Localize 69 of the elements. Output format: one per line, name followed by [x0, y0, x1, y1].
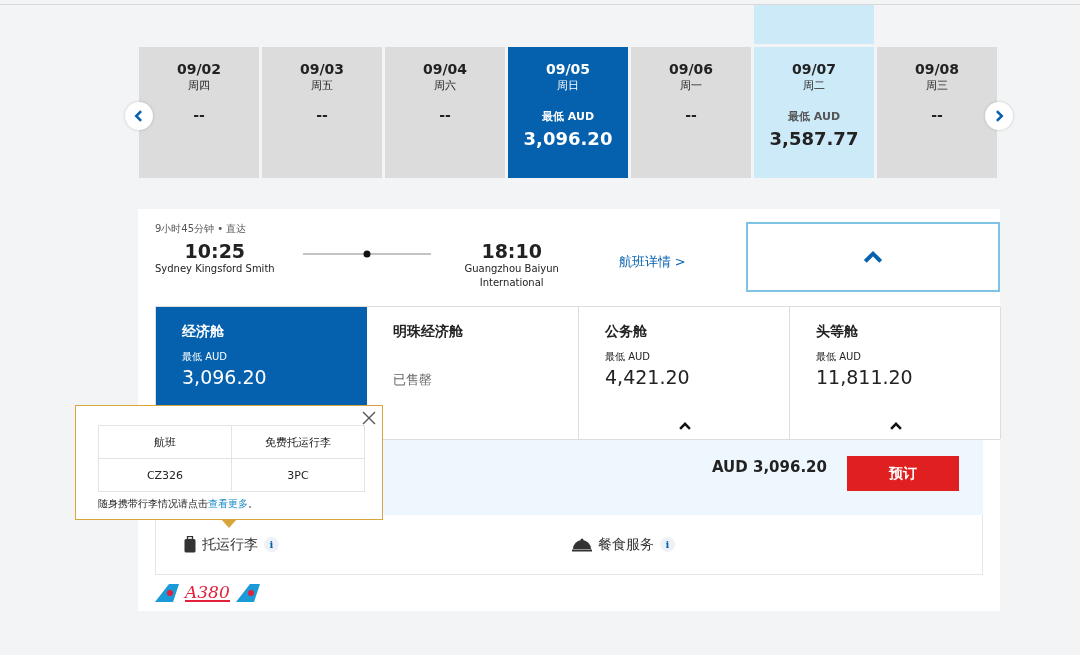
cabin-price: 4,421.20 [605, 366, 690, 388]
tail-logo-icon [155, 584, 179, 602]
date-tab[interactable]: 09/06 周一 -- [631, 47, 751, 178]
cabin-price: 11,811.20 [816, 366, 913, 388]
price-text: -- [439, 107, 451, 123]
date-tab[interactable]: 09/05 周日 最低 AUD 3,096.20 [508, 47, 628, 178]
price-label: 最低 AUD [541, 109, 595, 124]
cabin-name: 头等舱 [816, 323, 858, 341]
cloche-icon [572, 537, 592, 552]
date-tab[interactable]: 09/07 周二 最低 AUD 3,587.77 [754, 47, 874, 178]
date-tab[interactable]: 09/08 周三 -- [877, 47, 997, 178]
cabin-tab[interactable]: 公务舱 最低 AUD 4,421.20 [579, 307, 790, 439]
table-cell: CZ326 [98, 458, 232, 492]
tail-logo-icon [235, 584, 260, 602]
date-text: 09/07 [791, 61, 837, 77]
price-text: -- [685, 107, 697, 123]
weekday-text: 周五 [311, 78, 333, 93]
price-text: -- [931, 107, 943, 123]
price-text: -- [193, 107, 205, 123]
suitcase-icon [184, 536, 196, 553]
date-text: 09/02 [176, 61, 222, 77]
info-icon[interactable]: i [660, 537, 675, 552]
departure-airport: Sydney Kingsford Smith [155, 262, 275, 276]
more-link[interactable]: 查看更多 [208, 498, 248, 509]
date-text: 09/05 [545, 61, 591, 77]
baggage-note: 随身携带行李情况请点击查看更多。 [98, 498, 259, 511]
price-label: 最低 AUD [182, 350, 228, 364]
service-label: 托运行李 [202, 535, 258, 554]
date-tab[interactable]: 09/02 周四 -- [139, 47, 259, 178]
flight-details-link[interactable]: 航班详情 > [618, 253, 686, 271]
date-text: 09/08 [914, 61, 960, 77]
price-text: 3,587.77 [769, 128, 859, 149]
cabin-name: 明珠经济舱 [393, 323, 463, 341]
weekday-text: 周四 [188, 78, 210, 93]
date-text: 09/06 [668, 61, 714, 77]
previous-button[interactable] [125, 102, 153, 130]
aircraft-logo: A380 [185, 584, 230, 602]
total-price: AUD 3,096.20 [711, 458, 827, 476]
weekday-text: 周日 [557, 78, 579, 93]
cabin-name: 经济舱 [182, 323, 224, 341]
duration-text: 9小时45分钟 • 直达 [155, 222, 248, 236]
cabin-tab[interactable]: 头等舱 最低 AUD 11,811.20 [790, 307, 1001, 439]
weekday-text: 周三 [926, 78, 948, 93]
info-icon[interactable]: i [264, 537, 279, 552]
arrival-time: 18:10 [481, 240, 542, 262]
date-tab[interactable]: 09/04 周六 -- [385, 47, 505, 178]
next-button[interactable] [985, 102, 1013, 130]
book-button[interactable]: 预订 [847, 456, 959, 491]
price-text: -- [316, 107, 328, 123]
date-tab[interactable]: 09/03 周五 -- [262, 47, 382, 178]
service-label: 餐食服务 [598, 535, 654, 554]
price-label: 最低 AUD [787, 109, 841, 124]
price-label: 最低 AUD [816, 350, 862, 364]
weekday-text: 周二 [803, 78, 825, 93]
date-text: 09/03 [299, 61, 345, 77]
sold-out-text: 已售罄 [393, 371, 432, 389]
table-cell: 3PC [231, 458, 365, 492]
close-icon[interactable] [361, 410, 377, 426]
weekday-text: 周一 [680, 78, 702, 93]
departure-time: 10:25 [184, 240, 246, 262]
price-text: 3,096.20 [523, 128, 613, 149]
cabin-name: 公务舱 [605, 323, 647, 341]
cabin-price: 3,096.20 [182, 366, 267, 388]
table-header: 航班 [98, 425, 232, 459]
table-header: 免费托运行李 [231, 425, 365, 459]
arrival-airport: Guangzhou Baiyun International [463, 262, 560, 290]
date-text: 09/04 [422, 61, 468, 77]
price-label: 最低 AUD [605, 350, 651, 364]
weekday-text: 周六 [434, 78, 456, 93]
